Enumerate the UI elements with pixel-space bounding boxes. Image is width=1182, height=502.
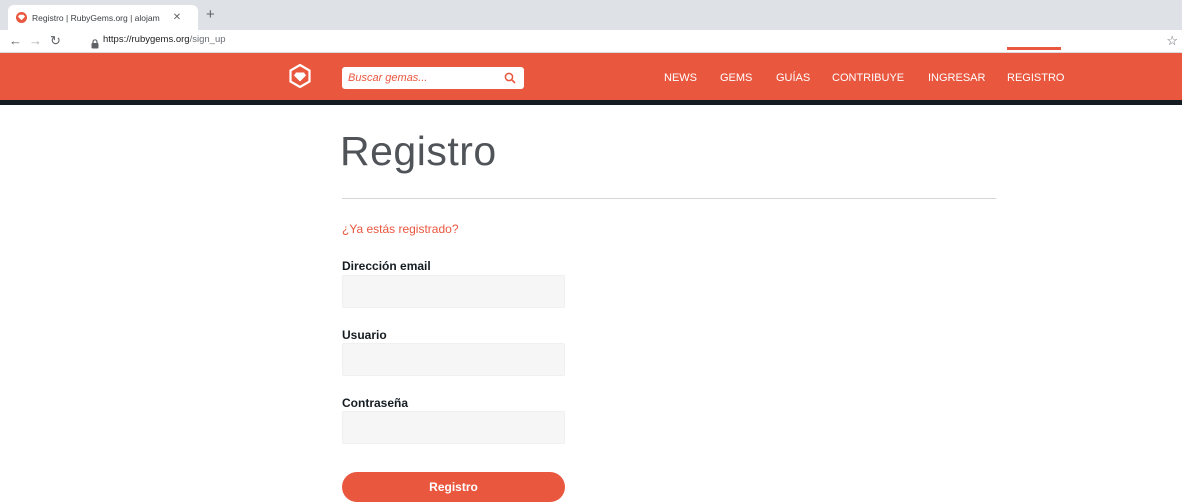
password-field[interactable] bbox=[342, 411, 565, 444]
password-label: Contraseña bbox=[342, 396, 409, 410]
rubygems-favicon-icon bbox=[16, 12, 27, 23]
url-host: https://rubygems.org bbox=[103, 34, 190, 45]
new-tab-icon[interactable]: + bbox=[206, 5, 215, 25]
reload-icon[interactable]: ↻ bbox=[50, 32, 61, 50]
search-input[interactable] bbox=[342, 72, 498, 84]
browser-tab[interactable]: Registro | RubyGems.org | alojam ✕ bbox=[8, 5, 198, 30]
email-field[interactable] bbox=[342, 275, 565, 308]
rubygems-logo-icon[interactable] bbox=[289, 63, 311, 93]
nav-news[interactable]: NEWS bbox=[664, 72, 697, 84]
nav-contribuye[interactable]: CONTRIBUYE bbox=[832, 72, 904, 84]
already-registered-link[interactable]: ¿Ya estás registrado? bbox=[342, 222, 459, 236]
tab-title: Registro | RubyGems.org | alojam bbox=[32, 12, 160, 23]
nav-gems[interactable]: GEMS bbox=[720, 72, 752, 84]
nav-ingresar[interactable]: INGRESAR bbox=[928, 72, 985, 84]
register-submit-button[interactable]: Registro bbox=[342, 472, 565, 502]
nav-guias[interactable]: GUÍAS bbox=[776, 72, 810, 84]
browser-toolbar: ← → ↻ https://rubygems.org/sign_up ☆ bbox=[0, 30, 1182, 53]
page-title: Registro bbox=[340, 128, 497, 174]
back-arrow-icon[interactable]: ← bbox=[9, 32, 22, 50]
browser-tabstrip: Registro | RubyGems.org | alojam ✕ + bbox=[0, 0, 1182, 30]
search-box bbox=[342, 67, 524, 89]
url-path: /sign_up bbox=[189, 34, 226, 45]
address-bar[interactable]: https://rubygems.org/sign_up bbox=[103, 34, 226, 45]
title-divider bbox=[342, 198, 996, 199]
search-icon[interactable] bbox=[504, 71, 516, 89]
bookmark-star-icon[interactable]: ☆ bbox=[1166, 32, 1178, 50]
email-label: Dirección email bbox=[342, 259, 431, 273]
username-label: Usuario bbox=[342, 328, 387, 342]
lock-icon[interactable] bbox=[91, 36, 99, 54]
username-field[interactable] bbox=[342, 343, 565, 376]
nav-registro[interactable]: REGISTRO bbox=[1007, 72, 1064, 84]
nav-active-indicator bbox=[1007, 47, 1061, 50]
close-tab-icon[interactable]: ✕ bbox=[170, 12, 184, 23]
site-header: NEWS GEMS GUÍAS CONTRIBUYE INGRESAR REGI… bbox=[0, 53, 1182, 105]
forward-arrow-icon[interactable]: → bbox=[29, 32, 42, 50]
